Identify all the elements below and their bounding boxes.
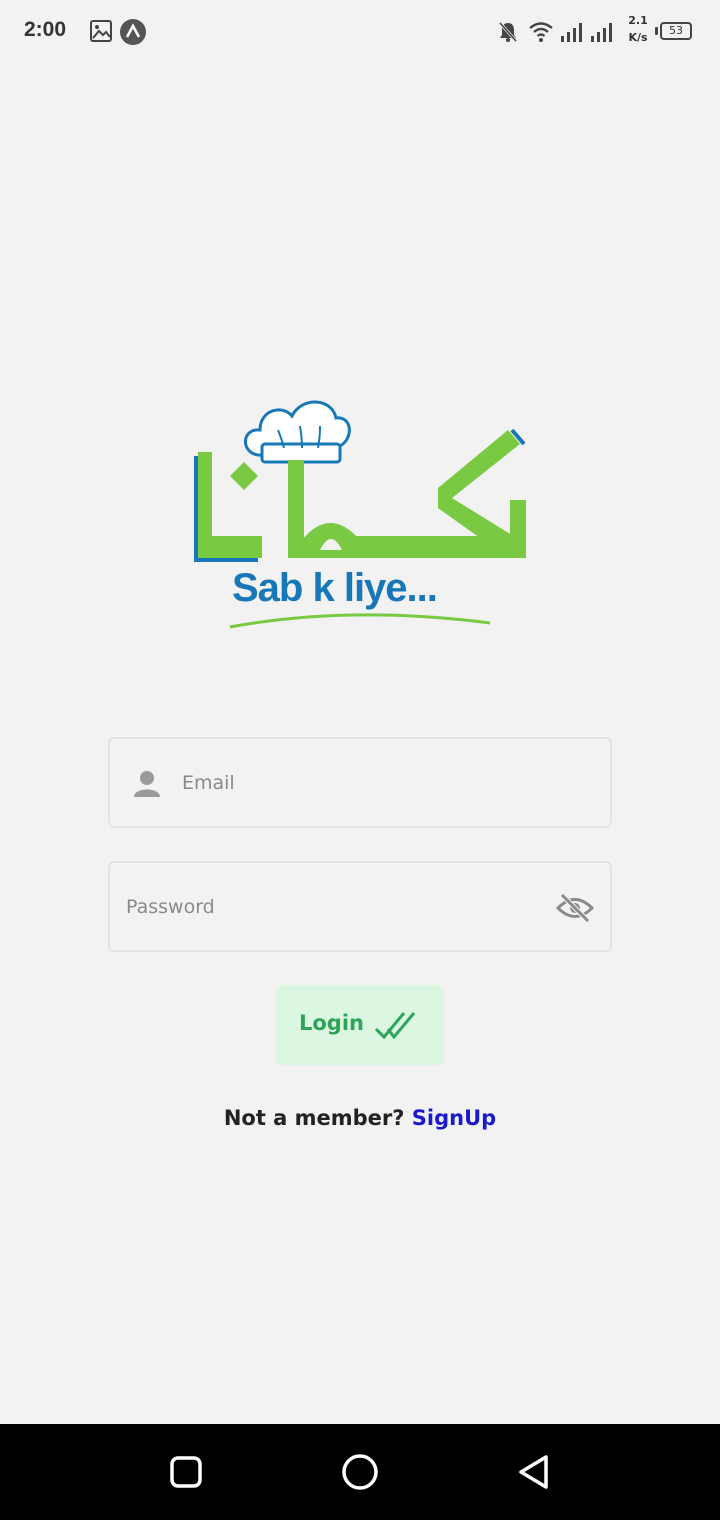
battery-nub <box>655 27 658 35</box>
image-icon <box>90 20 112 42</box>
email-input[interactable] <box>182 739 602 826</box>
recents-square-icon[interactable] <box>162 1448 210 1496</box>
login-button[interactable]: Login <box>276 985 444 1065</box>
chef-hat-icon <box>244 400 351 464</box>
signup-link[interactable]: SignUp <box>412 1106 496 1130</box>
bell-off-icon <box>498 22 518 42</box>
password-input[interactable] <box>126 863 546 950</box>
network-speed-value: 2.1 <box>628 14 648 27</box>
battery-indicator: 53 <box>660 22 692 40</box>
logo-urdu-word <box>194 428 526 562</box>
user-icon <box>134 771 160 797</box>
status-bar: 2:00 2.1 K/s 53 <box>0 0 720 64</box>
status-time: 2:00 <box>24 18 67 41</box>
email-field[interactable] <box>108 737 612 828</box>
back-triangle-icon[interactable] <box>510 1448 558 1496</box>
network-speed-unit: K/s <box>628 31 648 44</box>
navigation-bar <box>0 1424 720 1520</box>
login-label: Login <box>299 1011 364 1035</box>
logo-swoosh <box>229 613 491 629</box>
wifi-icon <box>529 22 553 42</box>
home-circle-icon[interactable] <box>336 1448 384 1496</box>
password-field[interactable] <box>108 861 612 952</box>
network-speed: 2.1 K/s <box>624 12 652 46</box>
signal-icon <box>561 23 582 42</box>
app-notification-icon <box>120 19 146 45</box>
signal-icon-2 <box>591 23 612 42</box>
signup-question: Not a member? <box>223 1106 405 1130</box>
double-check-icon <box>374 1012 416 1040</box>
signup-row: Not a member? SignUp <box>0 1106 720 1130</box>
eye-off-icon[interactable] <box>556 893 594 923</box>
logo-tagline: Sab k liye... <box>232 566 438 610</box>
